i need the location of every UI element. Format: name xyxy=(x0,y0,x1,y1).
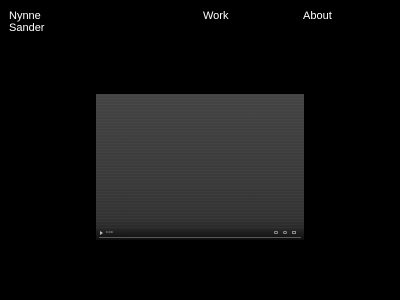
nav-about-link[interactable]: About xyxy=(303,10,332,22)
video-surface[interactable] xyxy=(96,94,304,228)
brand-first-name: Nynne xyxy=(9,10,41,22)
brand-last-name: Sander xyxy=(9,22,45,34)
video-controls-bar: 0:00 xyxy=(96,228,304,240)
volume-icon[interactable] xyxy=(274,231,278,234)
page: Nynne Sander Work About 0:00 xyxy=(0,0,400,300)
settings-icon[interactable] xyxy=(283,231,287,234)
fullscreen-icon[interactable] xyxy=(292,231,296,234)
site-logo-link[interactable]: Nynne Sander xyxy=(9,10,69,34)
play-icon[interactable] xyxy=(100,231,103,235)
nav-work-link[interactable]: Work xyxy=(203,10,228,22)
video-time: 0:00 xyxy=(106,230,113,234)
video-player[interactable]: 0:00 xyxy=(96,94,304,240)
video-progress-bar[interactable] xyxy=(99,237,301,238)
